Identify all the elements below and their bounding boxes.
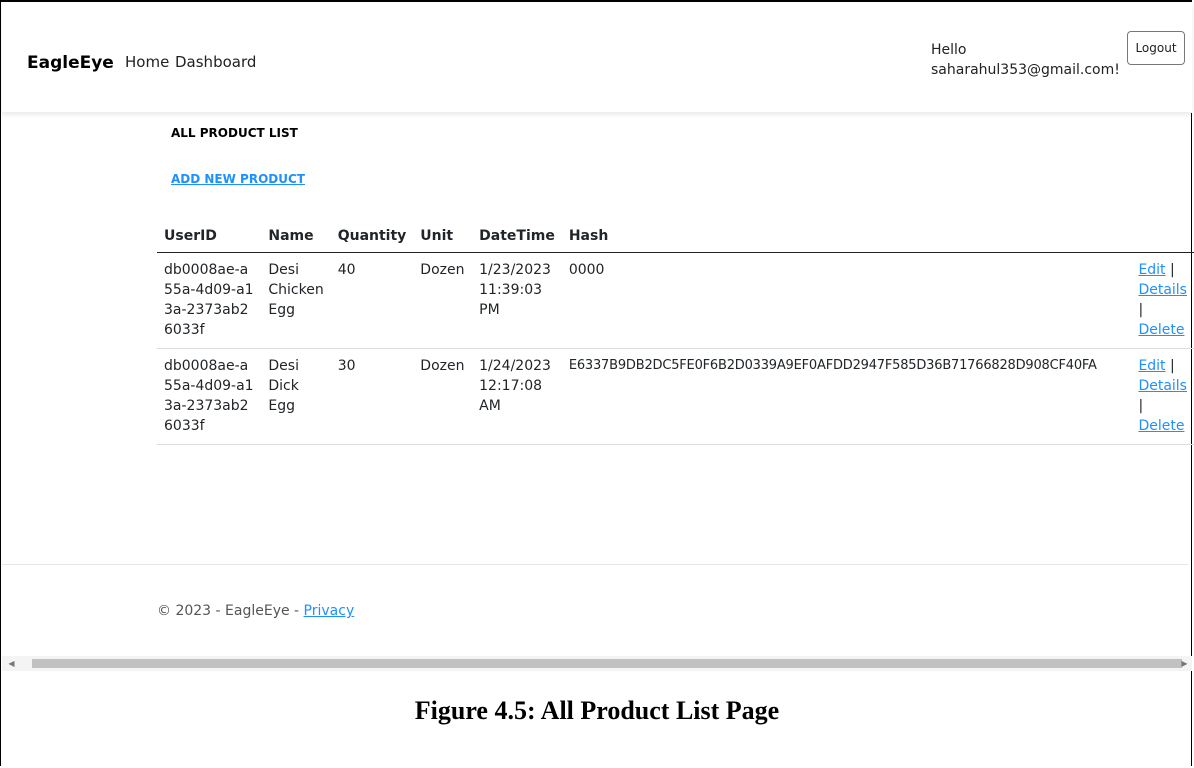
footer-divider (2, 564, 1188, 565)
cell-actions: Edit | Details | Delete (1131, 252, 1194, 349)
action-separator: | (1138, 398, 1144, 414)
table-header-row: UserID Name Quantity Unit DateTime Hash (157, 218, 1194, 253)
cell-hash: E6337B9DB2DC5FE0F6B2D0339A9EF0AFDD2947F5… (561, 348, 1132, 445)
cell-datetime: 1/23/2023 11:39:03 PM (472, 252, 562, 349)
column-header-quantity: Quantity (330, 218, 414, 253)
action-separator: | (1170, 262, 1175, 278)
column-header-hash: Hash (561, 218, 1132, 253)
column-header-actions (1131, 218, 1194, 253)
action-separator: | (1170, 358, 1175, 374)
footer: © 2023 - EagleEye - Privacy (157, 603, 354, 619)
column-header-name: Name (261, 218, 331, 253)
column-header-unit: Unit (413, 218, 473, 253)
cell-unit: Dozen (413, 348, 473, 445)
cell-unit: Dozen (413, 252, 473, 349)
nav-home[interactable]: Home (125, 53, 169, 71)
add-new-product-link[interactable]: ADD NEW PRODUCT (171, 172, 305, 186)
column-header-datetime: DateTime (472, 218, 562, 253)
cell-actions: Edit | Details | Delete (1131, 348, 1194, 445)
action-separator: | (1138, 302, 1144, 318)
scroll-left-arrow-icon[interactable]: ◀ (4, 656, 19, 671)
cell-quantity: 30 (330, 348, 414, 445)
navbar: EagleEye Home Dashboard Hello saharahul3… (2, 2, 1192, 113)
edit-link[interactable]: Edit (1138, 262, 1165, 278)
figure-caption: Figure 4.5: All Product List Page (414, 696, 780, 725)
details-link[interactable]: Details (1138, 378, 1187, 394)
page-title: ALL PRODUCT LIST (171, 126, 298, 140)
horizontal-scrollbar[interactable]: ◀ ▶ (2, 656, 1192, 671)
user-greeting: Hello saharahul353@gmail.com! (931, 40, 1120, 80)
cell-userid: db0008ae-a55a-4d09-a13a-2373ab26033f (157, 252, 262, 349)
logout-button[interactable]: Logout (1127, 31, 1185, 65)
cell-hash: 0000 (561, 252, 1132, 349)
edit-link[interactable]: Edit (1138, 358, 1165, 374)
greeting-hello: Hello (931, 42, 967, 58)
column-header-userid: UserID (157, 218, 262, 253)
greeting-email: saharahul353@gmail.com! (931, 62, 1120, 78)
scrollbar-thumb[interactable] (32, 659, 1182, 668)
cell-quantity: 40 (330, 252, 414, 349)
product-table: UserID Name Quantity Unit DateTime Hash … (157, 218, 1194, 445)
cell-name: Desi Chicken Egg (261, 252, 331, 349)
nav-dashboard[interactable]: Dashboard (175, 53, 256, 71)
cell-userid: db0008ae-a55a-4d09-a13a-2373ab26033f (157, 348, 262, 445)
delete-link[interactable]: Delete (1138, 322, 1184, 338)
cell-name: Desi Dick Egg (261, 348, 331, 445)
scroll-right-arrow-icon[interactable]: ▶ (1177, 656, 1192, 671)
delete-link[interactable]: Delete (1138, 418, 1184, 434)
table-row: db0008ae-a55a-4d09-a13a-2373ab26033f Des… (157, 252, 1194, 349)
cell-datetime: 1/24/2023 12:17:08 AM (472, 348, 562, 445)
table-row: db0008ae-a55a-4d09-a13a-2373ab26033f Des… (157, 348, 1194, 445)
privacy-link[interactable]: Privacy (304, 603, 355, 619)
footer-copyright: © 2023 - EagleEye - (157, 603, 304, 619)
brand-logo[interactable]: EagleEye (27, 53, 114, 73)
details-link[interactable]: Details (1138, 282, 1187, 298)
